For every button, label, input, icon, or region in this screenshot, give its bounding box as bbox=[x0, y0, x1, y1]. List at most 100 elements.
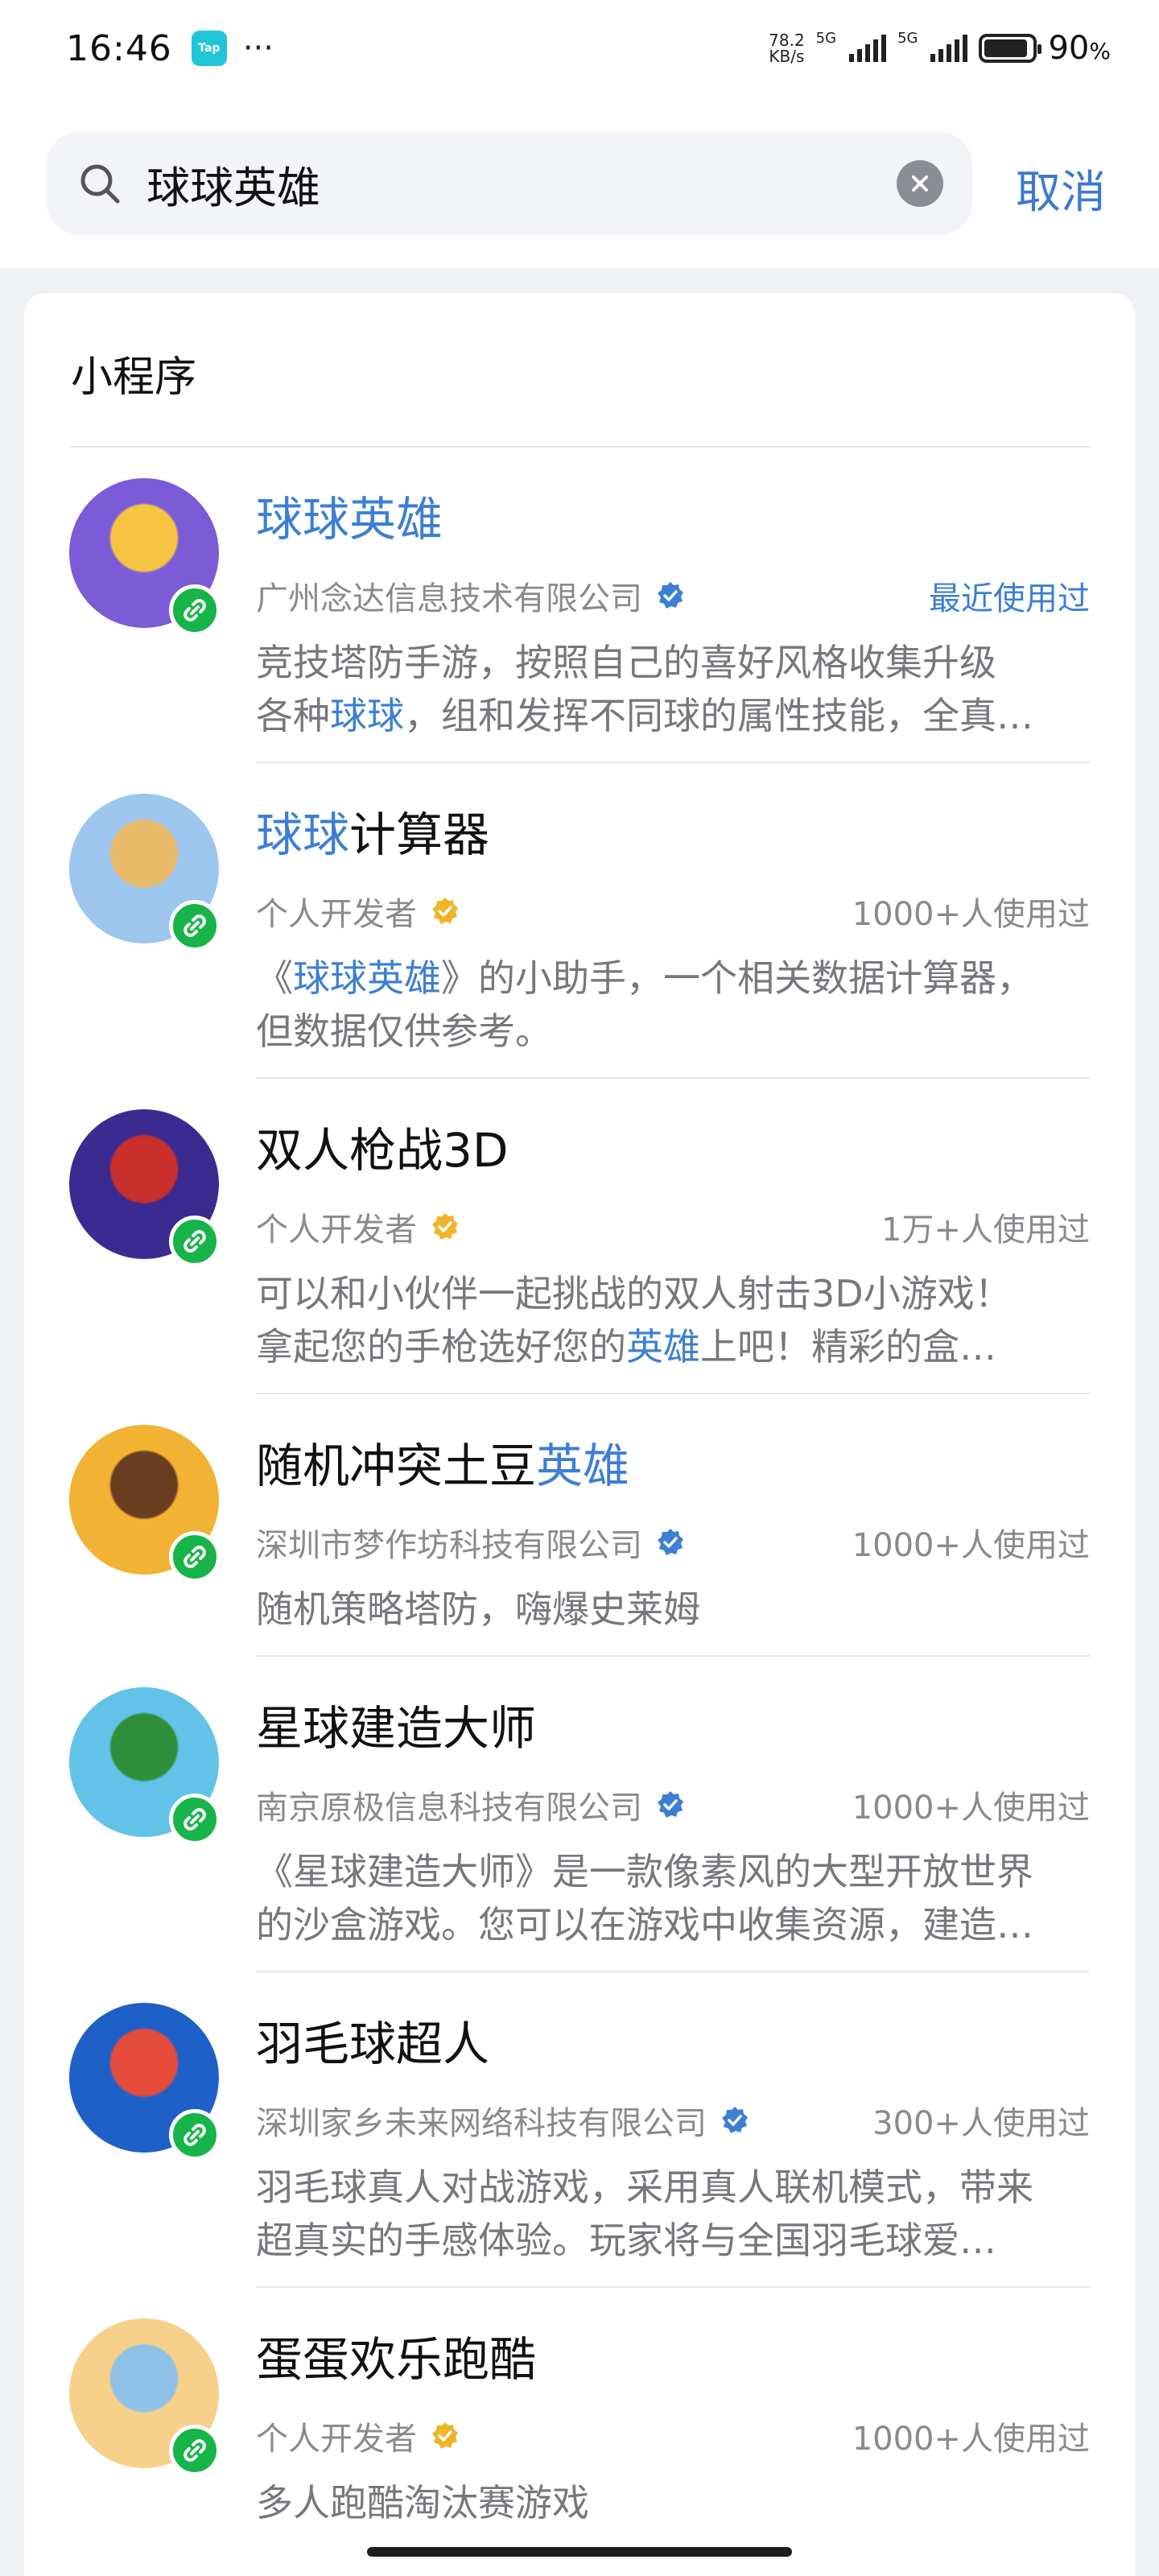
text-segment: 双人枪战3D bbox=[256, 1123, 509, 1178]
description-line: 随机策略塔防，嗨爆史莱姆 bbox=[256, 1583, 1090, 1636]
publisher-name: 个人开发者 bbox=[256, 896, 417, 933]
mini-program-name[interactable]: 球球英雄 bbox=[256, 481, 443, 549]
mini-program-link-icon bbox=[169, 2425, 221, 2476]
mini-program-name[interactable]: 蛋蛋欢乐跑酷 bbox=[256, 2322, 536, 2389]
mini-program-item[interactable]: 球球计算器 个人开发者 1000+人使用过 《球球英雄》的小助手，一个相关数据计… bbox=[24, 763, 1135, 1079]
verified-icon bbox=[722, 2107, 748, 2133]
network-speed: 78.2 KB/s bbox=[769, 32, 805, 64]
verified-icon bbox=[432, 898, 458, 924]
text-segment: 超真实的手感体验。玩家将与全国羽毛球爱… bbox=[256, 2219, 996, 2262]
description-line: 多人跑酷淘汰赛游戏 bbox=[256, 2476, 1090, 2529]
description-line: 的沙盒游戏。您可以在游戏中收集资源，建造… bbox=[256, 1898, 1090, 1951]
text-segment: 羽毛球真人对战游戏，采用真人联机模式，带来 bbox=[256, 2165, 1033, 2209]
mini-program-meta: 广州念达信息技术有限公司 最近使用过 bbox=[256, 572, 1090, 620]
usage-count: 1000+人使用过 bbox=[852, 1790, 1090, 1827]
mini-program-description: 随机策略塔防，嗨爆史莱姆 bbox=[256, 1583, 1090, 1636]
mini-program-link-icon bbox=[169, 2109, 221, 2161]
text-segment: 上吧！精彩的盒… bbox=[700, 1325, 996, 1368]
search-input[interactable] bbox=[145, 157, 897, 210]
description-line: 羽毛球真人对战游戏，采用真人联机模式，带来 bbox=[256, 2161, 1090, 2214]
network-speed-value: 78.2 bbox=[769, 31, 805, 50]
verified-icon bbox=[658, 1529, 683, 1555]
status-indicators: 78.2 KB/s 5G 5G 90% bbox=[769, 30, 1111, 67]
verified-icon bbox=[432, 2422, 458, 2449]
description-line: 可以和小伙伴一起挑战的双人射击3D小游戏！ bbox=[256, 1267, 1090, 1320]
mini-program-name[interactable]: 球球计算器 bbox=[256, 797, 489, 865]
status-bar: 16:46 Tap ··· 78.2 KB/s 5G 5G 90% bbox=[0, 0, 1159, 97]
signal-icon bbox=[849, 35, 887, 62]
text-segment: 随机策略塔防，嗨爆史莱姆 bbox=[256, 1587, 700, 1631]
battery-icon bbox=[979, 34, 1042, 63]
sim1-network-type: 5G bbox=[815, 30, 837, 47]
publisher-name: 深圳市梦作坊科技有限公司 bbox=[256, 1527, 642, 1564]
text-segment: 可以和小伙伴一起挑战的双人射击3D小游戏！ bbox=[256, 1272, 1012, 1315]
description-line: 《球球英雄》的小助手，一个相关数据计算器， bbox=[256, 952, 1090, 1005]
text-segment: 球球 bbox=[330, 694, 404, 737]
mini-program-description: 竞技塔防手游，按照自己的喜好风格收集升级 各种球球，组和发挥不同球的属性技能，全… bbox=[256, 636, 1090, 742]
mini-program-item[interactable]: 蛋蛋欢乐跑酷 个人开发者 1000+人使用过 多人跑酷淘汰赛游戏 bbox=[24, 2288, 1135, 2550]
verified-icon bbox=[432, 1213, 458, 1240]
mini-program-name[interactable]: 星球建造大师 bbox=[256, 1690, 536, 1758]
mini-program-meta: 个人开发者 1000+人使用过 bbox=[256, 2412, 1090, 2460]
text-segment: 《星球建造大师》是一款像素风的大型开放世界 bbox=[256, 1850, 1033, 1893]
text-segment: 英雄 bbox=[626, 1325, 700, 1368]
mini-program-meta: 个人开发者 1万+人使用过 bbox=[256, 1203, 1090, 1251]
battery-percent: 90% bbox=[1048, 30, 1111, 67]
mini-program-description: 《星球建造大师》是一款像素风的大型开放世界 的沙盒游戏。您可以在游戏中收集资源，… bbox=[256, 1845, 1090, 1951]
mini-program-meta: 深圳家乡未来网络科技有限公司 300+人使用过 bbox=[256, 2096, 1090, 2145]
usage-count: 最近使用过 bbox=[929, 580, 1090, 617]
mini-program-item[interactable]: 羽毛球超人 深圳家乡未来网络科技有限公司 300+人使用过 羽毛球真人对战游戏，… bbox=[24, 1972, 1135, 2288]
battery-percent-unit: % bbox=[1089, 38, 1111, 64]
mini-program-link-icon bbox=[169, 1216, 221, 1267]
mini-program-item[interactable]: 星球建造大师 南京原极信息科技有限公司 1000+人使用过 《星球建造大师》是一… bbox=[24, 1657, 1135, 1972]
description-line: 但数据仅供参考。 bbox=[256, 1005, 1090, 1058]
usage-count: 300+人使用过 bbox=[872, 2105, 1090, 2142]
usage-count: 1000+人使用过 bbox=[852, 896, 1090, 933]
mini-program-name[interactable]: 双人枪战3D bbox=[256, 1113, 509, 1180]
mini-program-item[interactable]: 双人枪战3D 个人开发者 1万+人使用过 可以和小伙伴一起挑战的双人射击3D小游… bbox=[24, 1079, 1135, 1394]
search-icon bbox=[80, 164, 120, 204]
text-segment: 蛋蛋欢乐跑酷 bbox=[256, 2332, 537, 2387]
home-indicator[interactable] bbox=[367, 2547, 792, 2557]
signal-icon bbox=[930, 35, 968, 62]
publisher-name: 南京原极信息科技有限公司 bbox=[256, 1790, 642, 1827]
publisher-name: 广州念达信息技术有限公司 bbox=[256, 580, 642, 617]
text-segment: 多人跑酷淘汰赛游戏 bbox=[256, 2481, 589, 2524]
text-segment: 各种 bbox=[256, 694, 330, 737]
text-segment: 球球英雄 bbox=[256, 492, 443, 547]
mini-program-name[interactable]: 随机冲突土豆英雄 bbox=[256, 1428, 629, 1496]
description-line: 《星球建造大师》是一款像素风的大型开放世界 bbox=[256, 1845, 1090, 1898]
verified-icon bbox=[658, 582, 683, 609]
description-line: 各种球球，组和发挥不同球的属性技能，全真… bbox=[256, 689, 1090, 742]
mini-program-item[interactable]: 球球英雄 广州念达信息技术有限公司 最近使用过 竞技塔防手游，按照自己的喜好风格… bbox=[24, 448, 1135, 763]
usage-count: 1000+人使用过 bbox=[852, 1527, 1090, 1564]
text-segment: 拿起您的手枪选好您的 bbox=[256, 1325, 626, 1368]
publisher-name: 个人开发者 bbox=[256, 1212, 417, 1249]
mini-program-meta: 个人开发者 1000+人使用过 bbox=[256, 887, 1090, 935]
publisher-name: 个人开发者 bbox=[256, 2421, 417, 2458]
tap-app-icon: Tap bbox=[191, 31, 227, 66]
sim2-network-type: 5G bbox=[897, 30, 918, 47]
mini-program-link-icon bbox=[169, 584, 221, 636]
mini-program-item[interactable]: 随机冲突土豆英雄 深圳市梦作坊科技有限公司 1000+人使用过 随机策略塔防，嗨… bbox=[24, 1394, 1135, 1657]
result-list: 球球英雄 广州念达信息技术有限公司 最近使用过 竞技塔防手游，按照自己的喜好风格… bbox=[24, 448, 1135, 2550]
usage-count: 1万+人使用过 bbox=[881, 1212, 1090, 1249]
publisher-name: 深圳家乡未来网络科技有限公司 bbox=[256, 2105, 707, 2142]
text-segment: 《 bbox=[256, 956, 293, 1000]
text-segment: 但数据仅供参考。 bbox=[256, 1009, 552, 1053]
verified-icon bbox=[658, 1791, 683, 1818]
mini-program-description: 多人跑酷淘汰赛游戏 bbox=[256, 2476, 1090, 2529]
cancel-button[interactable]: 取消 bbox=[1016, 156, 1106, 221]
mini-program-name[interactable]: 羽毛球超人 bbox=[256, 2006, 489, 2074]
mini-program-link-icon bbox=[169, 1794, 221, 1845]
clear-search-icon[interactable] bbox=[897, 160, 943, 207]
mini-program-description: 可以和小伙伴一起挑战的双人射击3D小游戏！ 拿起您的手枪选好您的英雄上吧！精彩的… bbox=[256, 1267, 1090, 1373]
search-box[interactable] bbox=[47, 132, 972, 235]
text-segment: 星球建造大师 bbox=[256, 1701, 537, 1756]
mini-program-description: 《球球英雄》的小助手，一个相关数据计算器， 但数据仅供参考。 bbox=[256, 952, 1090, 1058]
mini-program-meta: 深圳市梦作坊科技有限公司 1000+人使用过 bbox=[256, 1518, 1090, 1567]
mini-program-link-icon bbox=[169, 1531, 221, 1583]
text-segment: 羽毛球超人 bbox=[256, 2017, 490, 2071]
text-segment: 计算器 bbox=[349, 807, 490, 862]
description-line: 拿起您的手枪选好您的英雄上吧！精彩的盒… bbox=[256, 1320, 1090, 1373]
